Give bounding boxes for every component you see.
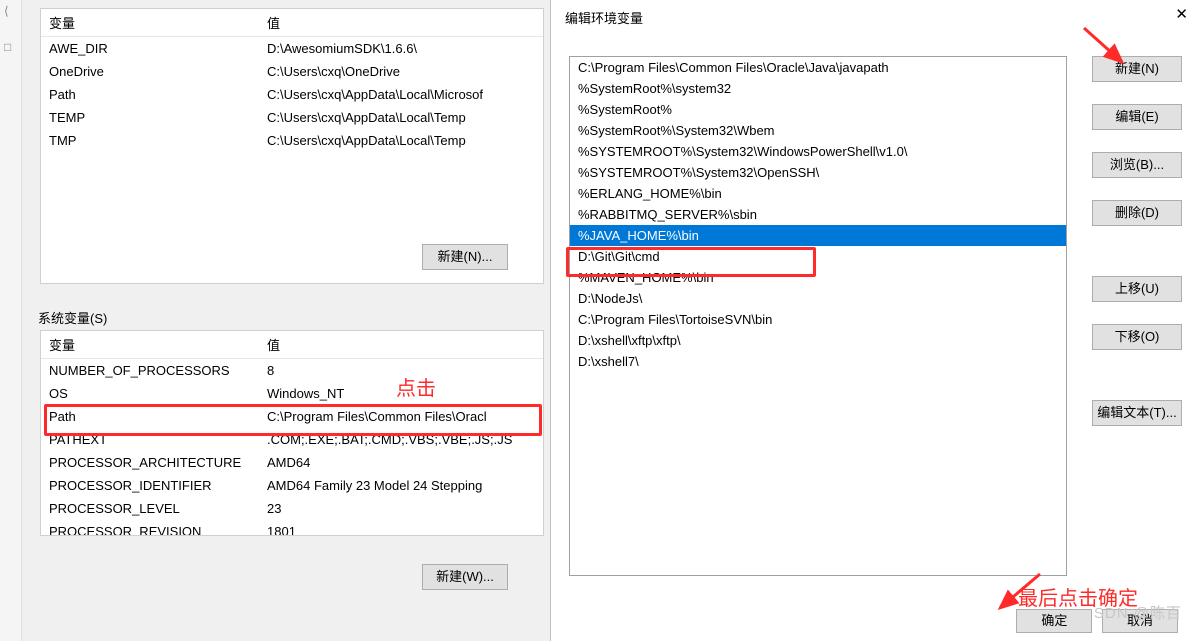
var-name: PROCESSOR_IDENTIFIER (41, 474, 259, 497)
var-name: PROCESSOR_ARCHITECTURE (41, 451, 259, 474)
list-item[interactable]: %SystemRoot%\system32 (570, 78, 1066, 99)
var-name: AWE_DIR (41, 37, 259, 61)
list-item[interactable]: %RABBITMQ_SERVER%\sbin (570, 204, 1066, 225)
dialog-bottom: 确定 取消 (1010, 609, 1178, 633)
sys-vars-head-val[interactable]: 值 (259, 331, 543, 359)
var-value: 8 (259, 359, 543, 383)
var-value: 23 (259, 497, 543, 520)
list-item[interactable]: C:\Program Files\Common Files\Oracle\Jav… (570, 57, 1066, 78)
table-row[interactable]: PROCESSOR_REVISION1801 (41, 520, 543, 536)
var-name: PROCESSOR_REVISION (41, 520, 259, 536)
table-row[interactable]: PROCESSOR_ARCHITECTUREAMD64 (41, 451, 543, 474)
var-value: Windows_NT (259, 382, 543, 405)
var-value: C:\Users\cxq\AppData\Local\Temp (259, 106, 543, 129)
dialog-right-buttons: 新建(N) 编辑(E) 浏览(B)... 删除(D) 上移(U) 下移(O) 编… (1092, 56, 1182, 448)
dlg-browse-button[interactable]: 浏览(B)... (1092, 152, 1182, 178)
var-value: .COM;.EXE;.BAT;.CMD;.VBS;.VBE;.JS;.JS (259, 428, 543, 451)
var-value: 1801 (259, 520, 543, 536)
system-vars-label: 系统变量(S) (38, 308, 107, 327)
var-name: Path (41, 83, 259, 106)
list-item[interactable]: %ERLANG_HOME%\bin (570, 183, 1066, 204)
sys-vars-head-var[interactable]: 变量 (41, 331, 259, 359)
gutter-icon-2: □ (4, 40, 11, 54)
table-row[interactable]: PathC:\Users\cxq\AppData\Local\Microsof (41, 83, 543, 106)
user-vars-head-var[interactable]: 变量 (41, 9, 259, 37)
list-item[interactable]: D:\xshell\xftp\xftp\ (570, 330, 1066, 351)
var-value: C:\Users\cxq\AppData\Local\Microsof (259, 83, 543, 106)
list-item[interactable]: %MAVEN_HOME%\bin (570, 267, 1066, 288)
table-row[interactable]: OSWindows_NT (41, 382, 543, 405)
user-vars-table[interactable]: 变量 值 AWE_DIRD:\AwesomiumSDK\1.6.6\OneDri… (41, 9, 543, 152)
list-item[interactable]: C:\Program Files\TortoiseSVN\bin (570, 309, 1066, 330)
table-row[interactable]: AWE_DIRD:\AwesomiumSDK\1.6.6\ (41, 37, 543, 61)
var-name: OneDrive (41, 60, 259, 83)
dlg-edit-button[interactable]: 编辑(E) (1092, 104, 1182, 130)
var-name: PROCESSOR_LEVEL (41, 497, 259, 520)
var-value: C:\Users\cxq\OneDrive (259, 60, 543, 83)
user-vars-panel: 变量 值 AWE_DIRD:\AwesomiumSDK\1.6.6\OneDri… (40, 8, 544, 284)
var-name: TEMP (41, 106, 259, 129)
list-item[interactable]: %SystemRoot%\System32\Wbem (570, 120, 1066, 141)
list-item[interactable]: D:\Git\Git\cmd (570, 246, 1066, 267)
cancel-button[interactable]: 取消 (1102, 609, 1178, 633)
table-row[interactable]: PROCESSOR_LEVEL23 (41, 497, 543, 520)
table-row[interactable]: TMPC:\Users\cxq\AppData\Local\Temp (41, 129, 543, 152)
system-vars-table[interactable]: 变量 值 NUMBER_OF_PROCESSORS8OSWindows_NTPa… (41, 331, 543, 536)
list-item[interactable]: %SYSTEMROOT%\System32\OpenSSH\ (570, 162, 1066, 183)
dlg-delete-button[interactable]: 删除(D) (1092, 200, 1182, 226)
sys-new-button[interactable]: 新建(W)... (422, 564, 508, 590)
var-value: AMD64 Family 23 Model 24 Stepping (259, 474, 543, 497)
table-row[interactable]: PATHEXT.COM;.EXE;.BAT;.CMD;.VBS;.VBE;.JS… (41, 428, 543, 451)
left-gutter: ⟨ □ (0, 0, 22, 641)
list-item[interactable]: %JAVA_HOME%\bin (570, 225, 1066, 246)
dlg-edit-text-button[interactable]: 编辑文本(T)... (1092, 400, 1182, 426)
var-value: C:\Program Files\Common Files\Oracl (259, 405, 543, 428)
var-name: TMP (41, 129, 259, 152)
system-vars-panel: 变量 值 NUMBER_OF_PROCESSORS8OSWindows_NTPa… (40, 330, 544, 536)
ok-button[interactable]: 确定 (1016, 609, 1092, 633)
var-value: AMD64 (259, 451, 543, 474)
user-vars-head-val[interactable]: 值 (259, 9, 543, 37)
var-name: OS (41, 382, 259, 405)
table-row[interactable]: PathC:\Program Files\Common Files\Oracl (41, 405, 543, 428)
user-new-button[interactable]: 新建(N)... (422, 244, 508, 270)
table-row[interactable]: OneDriveC:\Users\cxq\OneDrive (41, 60, 543, 83)
path-list[interactable]: C:\Program Files\Common Files\Oracle\Jav… (569, 56, 1067, 576)
gutter-icon-1: ⟨ (4, 4, 9, 18)
list-item[interactable]: %SystemRoot% (570, 99, 1066, 120)
dialog-title: 编辑环境变量 (551, 0, 1196, 33)
dlg-up-button[interactable]: 上移(U) (1092, 276, 1182, 302)
edit-env-dialog: 编辑环境变量 ✕ C:\Program Files\Common Files\O… (550, 0, 1196, 641)
list-item[interactable]: %SYSTEMROOT%\System32\WindowsPowerShell\… (570, 141, 1066, 162)
table-row[interactable]: PROCESSOR_IDENTIFIERAMD64 Family 23 Mode… (41, 474, 543, 497)
var-name: PATHEXT (41, 428, 259, 451)
close-icon[interactable]: ✕ (1175, 5, 1188, 23)
table-row[interactable]: TEMPC:\Users\cxq\AppData\Local\Temp (41, 106, 543, 129)
var-name: Path (41, 405, 259, 428)
list-item[interactable]: D:\xshell7\ (570, 351, 1066, 372)
list-item[interactable]: D:\NodeJs\ (570, 288, 1066, 309)
var-value: D:\AwesomiumSDK\1.6.6\ (259, 37, 543, 61)
var-value: C:\Users\cxq\AppData\Local\Temp (259, 129, 543, 152)
var-name: NUMBER_OF_PROCESSORS (41, 359, 259, 383)
table-row[interactable]: NUMBER_OF_PROCESSORS8 (41, 359, 543, 383)
dlg-down-button[interactable]: 下移(O) (1092, 324, 1182, 350)
dlg-new-button[interactable]: 新建(N) (1092, 56, 1182, 82)
